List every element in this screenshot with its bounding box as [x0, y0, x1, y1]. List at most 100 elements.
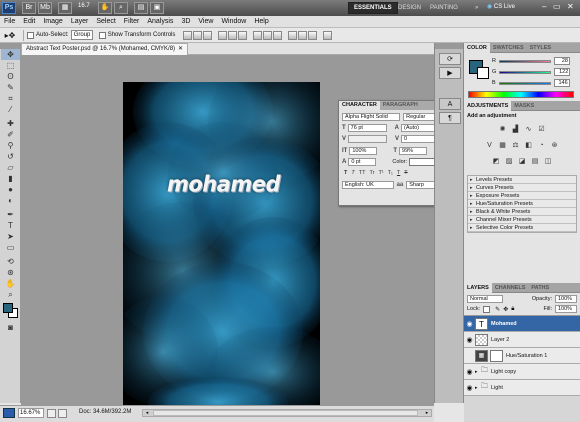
minimize-button[interactable]: – [542, 2, 546, 11]
menu-layer[interactable]: Layer [67, 16, 93, 28]
baseline-shift-field[interactable]: 0 pt [348, 158, 377, 166]
distribute-left-icon[interactable] [288, 30, 298, 40]
horizontal-scale-field[interactable]: 99% [399, 147, 428, 155]
color-balance-icon[interactable]: ⚖ [510, 141, 521, 151]
gradient-map-icon[interactable]: ▤ [530, 157, 541, 167]
channel-mixer-icon[interactable]: ⊛ [549, 141, 560, 151]
opacity-field[interactable]: 100% [555, 295, 577, 303]
lock-position-icon[interactable]: ✥ [503, 306, 508, 313]
history-panel-icon[interactable]: ⟳ [439, 53, 461, 65]
pen-tool-icon[interactable]: ✒ [1, 209, 20, 220]
scroll-thumb[interactable] [153, 410, 418, 416]
arrange-documents-icon[interactable]: ▤ [134, 2, 148, 14]
lasso-tool-icon[interactable]: ʘ [1, 71, 20, 82]
red-slider[interactable] [498, 59, 551, 63]
horizontal-scrollbar[interactable]: ◂ ▸ [142, 409, 432, 417]
close-window-button[interactable]: ✕ [567, 2, 574, 11]
status-icon-2[interactable] [58, 409, 67, 418]
layer-row[interactable]: ▦ Hue/Saturation 1 [464, 348, 580, 364]
screen-mode-icon[interactable]: ▣ [150, 2, 164, 14]
black-white-icon[interactable]: ◧ [523, 141, 534, 151]
tab-channels[interactable]: CHANNELS [492, 283, 529, 293]
align-top-icon[interactable] [183, 30, 193, 40]
document-tab[interactable]: Abstract Text Poster.psd @ 16.7% (Mohame… [21, 42, 189, 55]
workspace-essentials[interactable]: ESSENTIALS [348, 2, 398, 14]
layer-row[interactable]: ◉ Layer 2 [464, 332, 580, 348]
paragraph-panel-icon[interactable]: ¶ [439, 112, 461, 124]
character-panel-icon[interactable]: A [439, 98, 461, 110]
faux-bold-button[interactable]: T [342, 170, 349, 176]
tab-adjustments[interactable]: ADJUSTMENTS [464, 100, 512, 111]
eyedropper-tool-icon[interactable]: ⁄ [1, 104, 20, 115]
align-vcenter-icon[interactable] [193, 30, 203, 40]
history-brush-tool-icon[interactable]: ↺ [1, 151, 20, 162]
cs-live-button[interactable]: ◉ CS Live [487, 3, 515, 11]
distribute-hcenter-icon[interactable] [298, 30, 308, 40]
posterize-icon[interactable]: ▨ [504, 157, 515, 167]
exposure-presets[interactable]: Exposure Presets [468, 192, 576, 200]
status-icon-1[interactable] [47, 409, 56, 418]
menu-select[interactable]: Select [92, 16, 119, 28]
blue-value[interactable]: 146 [553, 79, 570, 87]
layer-row[interactable]: ◉ T Mohamed [464, 316, 580, 332]
hue-saturation-icon[interactable]: ▦ [497, 141, 508, 151]
lock-all-icon[interactable]: 🔒︎ [511, 306, 514, 313]
threshold-icon[interactable]: ◪ [517, 157, 528, 167]
hand-tool-icon[interactable]: ✋ [98, 2, 112, 14]
menu-help[interactable]: Help [250, 16, 272, 28]
menu-view[interactable]: View [194, 16, 217, 28]
visibility-eye-icon[interactable]: ◉ [464, 368, 475, 376]
distribute-vcenter-icon[interactable] [263, 30, 273, 40]
black-white-presets[interactable]: Black & White Presets [468, 208, 576, 216]
align-hcenter-icon[interactable] [228, 30, 238, 40]
show-transform-controls-checkbox[interactable] [98, 31, 106, 39]
poster-title-text[interactable]: mohamed [167, 171, 287, 196]
invert-icon[interactable]: ◩ [491, 157, 502, 167]
exposure-icon[interactable]: ☑ [536, 125, 547, 135]
green-slider[interactable] [499, 70, 552, 74]
hue-saturation-presets[interactable]: Hue/Saturation Presets [468, 200, 576, 208]
curves-icon[interactable]: ∿ [523, 125, 534, 135]
vertical-scale-field[interactable]: 100% [349, 147, 378, 155]
brightness-contrast-icon[interactable]: ✺ [497, 125, 508, 135]
language-field[interactable]: English: UK [342, 181, 394, 189]
actions-panel-icon[interactable]: ▶ [439, 67, 461, 79]
red-value[interactable]: 28 [553, 57, 570, 65]
marquee-tool-icon[interactable]: ⬚ [1, 60, 20, 71]
levels-presets[interactable]: Levels Presets [468, 176, 576, 184]
font-size-field[interactable]: 76 pt [347, 124, 387, 132]
eraser-tool-icon[interactable]: ▱ [1, 162, 20, 173]
status-zoom-field[interactable]: 16.67% [18, 408, 44, 418]
ps-taskbar-icon[interactable] [3, 408, 15, 418]
zoom-level[interactable]: 16.7 [78, 3, 90, 9]
maximize-button[interactable]: ▭ [553, 2, 561, 11]
blend-mode-dropdown[interactable]: Normal [467, 295, 503, 303]
superscript-button[interactable]: T¹ [376, 170, 385, 176]
color-spectrum-ramp[interactable] [468, 91, 574, 98]
underline-button[interactable]: T [395, 170, 402, 176]
workspace-more[interactable]: » [470, 2, 483, 14]
small-caps-button[interactable]: Tr [367, 170, 376, 176]
blur-tool-icon[interactable]: ● [1, 184, 20, 195]
curves-presets[interactable]: Curves Presets [468, 184, 576, 192]
selective-color-icon[interactable]: ◫ [543, 157, 554, 167]
3d-rotate-tool-icon[interactable]: ⟲ [1, 256, 20, 267]
spot-healing-tool-icon[interactable]: ✚ [1, 118, 20, 129]
visibility-eye-icon[interactable]: ◉ [464, 384, 475, 392]
menu-analysis[interactable]: Analysis [143, 16, 177, 28]
vibrance-icon[interactable]: V [484, 141, 495, 151]
workspace-painting[interactable]: PAINTING [425, 2, 463, 14]
tab-masks[interactable]: MASKS [511, 101, 537, 111]
scroll-left-icon[interactable]: ◂ [143, 410, 151, 416]
hand-tool-icon[interactable]: ✋ [1, 278, 20, 289]
poster-artwork[interactable]: mohamed [123, 82, 320, 409]
foreground-color-swatch[interactable] [3, 303, 13, 313]
zoom-tool-icon[interactable]: ⌕ [114, 2, 128, 14]
strikethrough-button[interactable]: T [402, 170, 409, 176]
color-panel-background-swatch[interactable] [477, 67, 489, 79]
distribute-top-icon[interactable] [253, 30, 263, 40]
zoom-tool-icon[interactable]: ⌕ [1, 289, 20, 300]
bridge-icon[interactable]: Br [22, 2, 36, 14]
all-caps-button[interactable]: TT [357, 170, 368, 176]
photo-filter-icon[interactable]: ◔ [536, 141, 547, 151]
